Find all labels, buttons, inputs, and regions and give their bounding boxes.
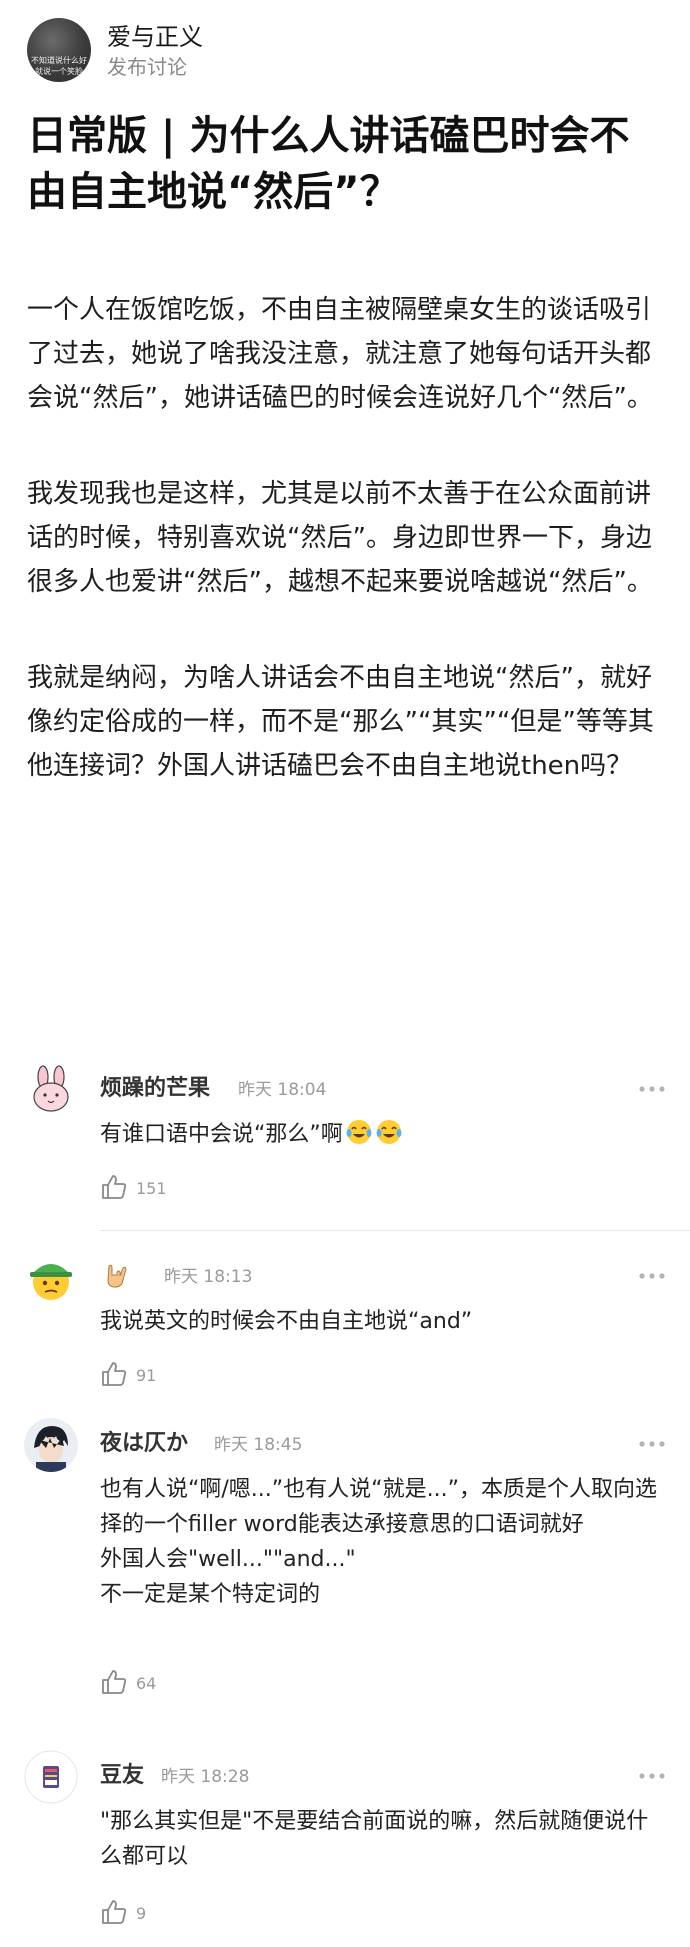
post-type-label: 发布讨论 [107, 55, 187, 79]
post-title: 日常版 | 为什么人讲话磕巴时会不由自主地说“然后”？ [27, 113, 630, 215]
thumbs-up-icon [102, 1670, 127, 1694]
more-options-icon[interactable] [638, 1079, 666, 1099]
post-body: 一个人在饭馆吃饭，不由自主被隔壁桌女生的谈话吸引了过去，她说了啥我没注意，就注意… [27, 288, 667, 840]
author-header: 不知道说什么好 就说一个笑脸 爱与正义 发布讨论 [27, 18, 667, 88]
like-count: 9 [136, 1904, 147, 1923]
comment-text: "那么其实但是"不是要结合前面说的嘛，然后就随便说什么都可以 [100, 1804, 670, 1874]
like-count: 151 [136, 1179, 167, 1198]
avatar-caption-line-2: 就说一个笑脸 [35, 67, 83, 76]
author-name[interactable]: 爱与正义 [107, 22, 203, 52]
thumbs-up-icon [102, 1362, 127, 1386]
comment-text: 有谁口语中会说“那么”啊 [100, 1117, 670, 1152]
post-paragraph: 一个人在饭馆吃饭，不由自主被隔壁桌女生的谈话吸引了过去，她说了啥我没注意，就注意… [27, 295, 653, 413]
comment-item: 豆友 昨天 18:28 "那么其实但是"不是要结合前面说的嘛，然后就随便说什么都… [24, 1750, 670, 1940]
comment-item: 昨天 18:13 我说英文的时候会不由自主地说“and” 91 [24, 1250, 670, 1400]
author-avatar[interactable]: 不知道说什么好 就说一个笑脸 [27, 18, 91, 82]
rock-hand-icon [107, 1264, 127, 1288]
post-paragraph: 我就是纳闷，为啥人讲话会不由自主地说“然后”，就好像约定俗成的一样，而不是“那么… [27, 663, 654, 781]
comment-line: "那么其实但是"不是要结合前面说的嘛，然后就随便说什么都可以 [100, 1809, 649, 1869]
comment-time: 昨天 18:04 [238, 1080, 327, 1100]
like-count: 64 [136, 1674, 157, 1693]
comment-text: 我说英文的时候会不由自主地说“and” [100, 1304, 670, 1339]
comment-time: 昨天 18:28 [161, 1767, 250, 1787]
comment-line: 有谁口语中会说“那么”啊 [100, 1122, 343, 1147]
tears-of-joy-emoji-icon [346, 1120, 372, 1144]
post-paragraph: 我发现我也是这样，尤其是以前不太善于在公众面前讲话的时候，特别喜欢说“然后”。身… [27, 479, 653, 597]
avatar-caption-line-1: 不知道说什么好 [31, 56, 87, 65]
comment-item: 夜は仄か 昨天 18:45 也有人说“啊/嗯...”也有人说“就是...”，本质… [24, 1418, 670, 1738]
comment-divider [100, 1230, 690, 1231]
pink-rabbit-avatar-icon[interactable] [24, 1063, 78, 1117]
comment-item: 烦躁的芒果 昨天 18:04 有谁口语中会说“那么”啊 151 [24, 1063, 670, 1213]
commenter-name[interactable]: 豆友 [100, 1762, 144, 1790]
commenter-name[interactable]: 烦躁的芒果 [100, 1075, 210, 1103]
comment-line: 外国人会"well...""and..." [100, 1547, 356, 1572]
commenter-name[interactable]: 夜は仄か [100, 1430, 188, 1458]
anime-character-avatar-icon[interactable] [24, 1418, 78, 1472]
comment-time: 昨天 18:45 [214, 1435, 303, 1455]
comment-line: 我说英文的时候会不由自主地说“and” [100, 1309, 473, 1334]
tears-of-joy-emoji-icon [376, 1120, 402, 1144]
comment-time: 昨天 18:13 [164, 1267, 253, 1287]
green-cap-emoji-avatar-icon[interactable] [24, 1250, 78, 1304]
douban-default-avatar-icon[interactable] [24, 1750, 78, 1804]
like-count: 91 [136, 1366, 157, 1385]
more-options-icon[interactable] [638, 1266, 666, 1286]
thumbs-up-icon [102, 1900, 127, 1924]
more-options-icon[interactable] [638, 1766, 666, 1786]
more-options-icon[interactable] [638, 1434, 666, 1454]
comment-text: 也有人说“啊/嗯...”也有人说“就是...”，本质是个人取向选择的一个fill… [100, 1472, 670, 1612]
comment-line: 不一定是某个特定词的 [100, 1582, 321, 1607]
thumbs-up-icon [102, 1175, 127, 1199]
comment-line: 也有人说“啊/嗯...”也有人说“就是...”，本质是个人取向选择的一个fill… [100, 1477, 657, 1537]
